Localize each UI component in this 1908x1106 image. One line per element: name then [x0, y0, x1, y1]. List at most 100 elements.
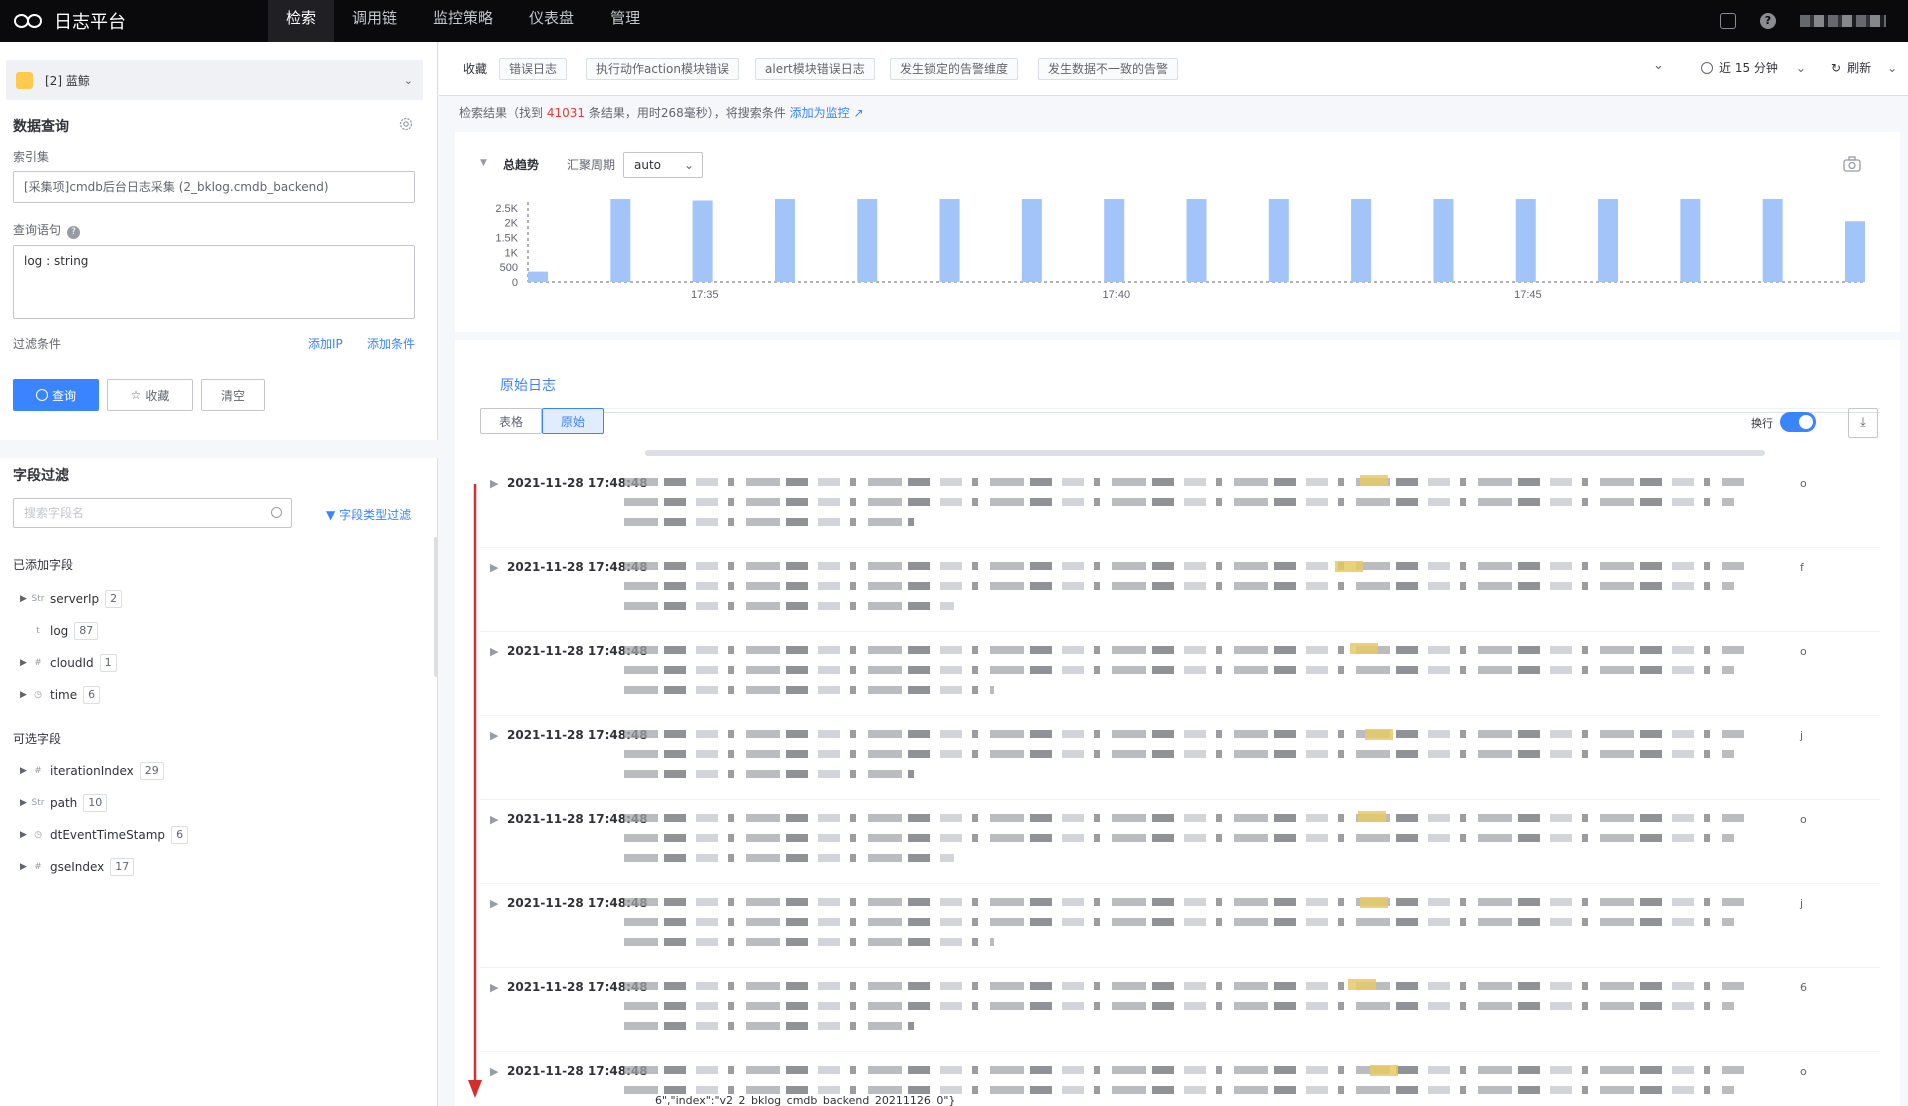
period-select[interactable]: auto ⌄ [623, 152, 703, 178]
chart-bar[interactable] [774, 199, 795, 282]
favorite-chip[interactable]: 执行动作action模块错误 [586, 58, 739, 80]
external-link-icon: ↗ [853, 106, 864, 120]
chart-bar[interactable] [692, 200, 713, 282]
camera-icon[interactable] [1843, 156, 1861, 172]
view-raw-button[interactable]: 原始 [542, 408, 604, 434]
refresh-icon: ↻ [1831, 60, 1842, 75]
expand-triangle-icon[interactable]: ▶ [20, 766, 30, 776]
horizontal-scrollbar[interactable] [645, 450, 1765, 456]
help-icon[interactable]: ? [1760, 13, 1776, 29]
log-row[interactable]: ▶ 2021-11-28 17:48:48 o [480, 632, 1880, 716]
clear-button[interactable]: 清空 [201, 379, 265, 411]
chart-bar[interactable] [1762, 199, 1783, 282]
add-monitor-link[interactable]: 添加为监控 [790, 106, 850, 120]
favorite-button[interactable]: ☆ 收藏 [107, 379, 193, 411]
field-item[interactable]: ▶ # gseIndex 17 [20, 856, 135, 878]
expand-triangle-icon[interactable]: ▶ [490, 813, 498, 826]
nav-tab-manage[interactable]: 管理 [592, 0, 658, 42]
time-range-picker[interactable]: 近 15 分钟 ⌄ [1701, 59, 1806, 76]
nav-tab-monitor-strategy[interactable]: 监控策略 [415, 0, 511, 42]
user-menu[interactable] [1800, 15, 1886, 27]
period-label: 汇聚周期 [567, 158, 616, 172]
search-icon [35, 389, 48, 401]
filter-label: 过滤条件 [13, 337, 62, 351]
tab-raw-log[interactable]: 原始日志 [490, 360, 566, 412]
field-search-input[interactable]: 搜索字段名 [13, 498, 292, 528]
field-item[interactable]: t log 87 [20, 620, 99, 642]
field-item[interactable]: ▶ # cloudId 1 [20, 652, 117, 674]
favorite-chip[interactable]: alert模块错误日志 [755, 58, 875, 80]
collapse-triangle-icon[interactable]: ▼ [480, 158, 487, 168]
download-icon[interactable]: ⤓ [1848, 408, 1878, 438]
field-name: log [50, 624, 69, 638]
chart-bar[interactable] [1186, 199, 1207, 282]
nav-tab-dashboard[interactable]: 仪表盘 [511, 0, 592, 42]
favorite-chip[interactable]: 发生数据不一致的告警 [1038, 58, 1179, 80]
add-condition-link[interactable]: 添加条件 [367, 335, 415, 352]
chart-bar[interactable] [610, 199, 631, 282]
log-row[interactable]: ▶ 2021-11-28 17:48:48 j [480, 716, 1880, 800]
expand-triangle-icon[interactable]: ▶ [20, 798, 30, 808]
app-logo[interactable]: 日志平台 [14, 6, 126, 36]
log-row[interactable]: ▶ 2021-11-28 17:48:48 f [480, 548, 1880, 632]
chart-bar[interactable] [1021, 199, 1042, 282]
add-ip-link[interactable]: 添加IP [308, 335, 343, 352]
chart-bar[interactable] [857, 199, 878, 282]
log-row[interactable]: ▶ 2021-11-28 17:48:48 6 [480, 968, 1880, 1052]
expand-triangle-icon[interactable]: ▶ [20, 658, 30, 668]
query-button[interactable]: 查询 [13, 379, 99, 411]
expand-triangle-icon[interactable]: ▶ [490, 645, 498, 658]
help-circle-icon[interactable]: ? [67, 226, 81, 239]
settings-gear-icon[interactable] [398, 116, 414, 132]
chart-bar[interactable] [1268, 199, 1289, 282]
query-statement-input[interactable]: log : string [13, 245, 415, 319]
expand-triangle-icon[interactable]: ▶ [490, 897, 498, 910]
expand-triangle-icon[interactable]: ▶ [490, 561, 498, 574]
field-type-icon: ◷ [34, 690, 42, 700]
expand-triangle-icon[interactable]: ▶ [20, 830, 30, 840]
wrap-toggle[interactable] [1780, 412, 1816, 432]
log-content-line [624, 770, 914, 778]
field-item[interactable]: ▶ ◷ dtEventTimeStamp 6 [20, 824, 189, 846]
field-type-icon: Str [31, 798, 45, 808]
favorite-chip[interactable]: 错误日志 [499, 58, 568, 80]
expand-triangle-icon[interactable]: ▶ [20, 690, 30, 700]
expand-triangle-icon[interactable]: ▶ [490, 477, 498, 490]
left-panel-scrollbar[interactable] [434, 537, 438, 677]
view-table-button[interactable]: 表格 [480, 408, 542, 434]
business-selector[interactable]: [2] 蓝鲸 ⌄ [6, 60, 423, 100]
chart-bar[interactable] [1680, 199, 1701, 282]
expand-triangle-icon[interactable]: ▶ [490, 981, 498, 994]
chart-bar[interactable] [1515, 199, 1536, 282]
field-item[interactable]: ▶ ◷ time 6 [20, 684, 101, 706]
expand-triangle-icon[interactable]: ▶ [490, 1065, 498, 1078]
field-item[interactable]: ▶ # iterationIndex 29 [20, 760, 164, 782]
chart-bar[interactable] [528, 271, 548, 282]
chart-bar[interactable] [1845, 221, 1865, 282]
chart-bar[interactable] [1104, 199, 1125, 282]
field-item[interactable]: ▶ Str path 10 [20, 792, 108, 814]
optional-fields-label: 可选字段 [13, 732, 62, 746]
log-row[interactable]: ▶ 2021-11-28 17:48:48 j [480, 884, 1880, 968]
chart-bar[interactable] [1598, 199, 1619, 282]
expand-triangle-icon[interactable]: ▶ [490, 729, 498, 742]
nav-tab-search[interactable]: 检索 [268, 0, 335, 42]
expand-triangle-icon[interactable]: ▶ [20, 862, 30, 872]
chart-bar[interactable] [1433, 199, 1454, 282]
log-row[interactable]: ▶ 2021-11-28 17:48:48 o [480, 464, 1880, 548]
log-row[interactable]: ▶ 2021-11-28 17:48:48 o [480, 800, 1880, 884]
chart-bar[interactable] [1351, 199, 1372, 282]
favorite-chip[interactable]: 发生锁定的告警维度 [890, 58, 1019, 80]
chart-bar[interactable] [939, 199, 960, 282]
field-item[interactable]: ▶ Str serverIp 2 [20, 588, 123, 610]
language-icon[interactable] [1720, 13, 1736, 29]
refresh-control[interactable]: ↻ 刷新 ⌄ [1831, 59, 1897, 76]
nav-tab-trace[interactable]: 调用链 [334, 0, 415, 42]
logo-icon [14, 14, 44, 28]
field-count-badge: 1 [99, 654, 117, 672]
log-line-tail: o [1800, 645, 1807, 658]
favorites-expand-chevron-icon[interactable]: ⌄ [1653, 58, 1664, 73]
index-set-select[interactable]: [采集项]cmdb后台日志采集 (2_bklog.cmdb_backend) [13, 171, 415, 203]
expand-triangle-icon[interactable]: ▶ [20, 594, 30, 604]
field-type-filter[interactable]: ▼ 字段类型过滤 [326, 506, 411, 523]
